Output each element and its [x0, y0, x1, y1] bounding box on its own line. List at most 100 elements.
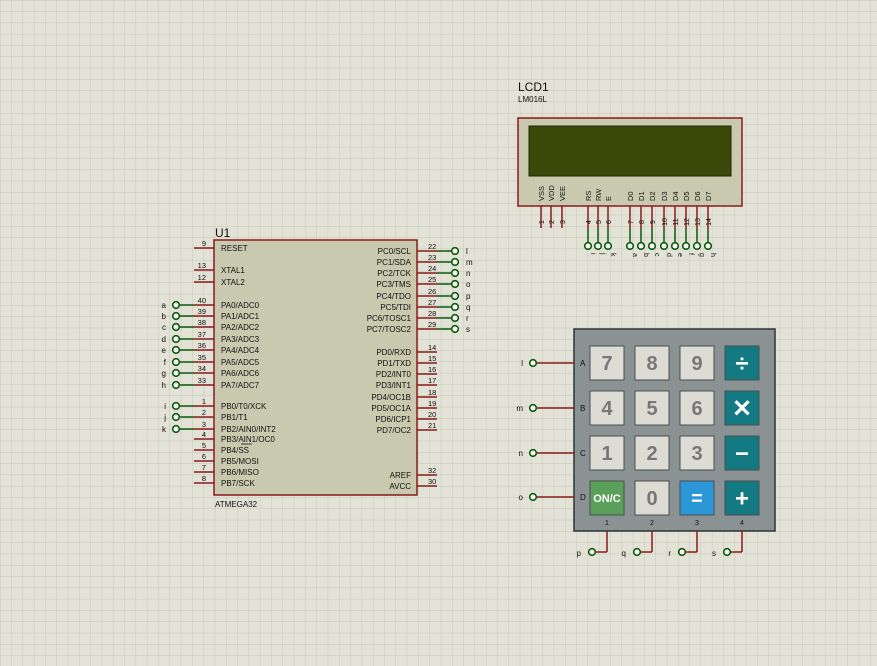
- mcu-net-terminal[interactable]: [171, 368, 181, 378]
- keypad-row-terminal[interactable]: [528, 403, 538, 413]
- mcu-pin-number: 13: [198, 261, 206, 270]
- mcu-net-terminal[interactable]: [171, 401, 181, 411]
- mcu-pin-label: PA5/ADC5: [221, 358, 260, 367]
- keypad-key-3-0[interactable]: ON/C: [589, 480, 625, 516]
- mcu-pin-number: 39: [198, 307, 206, 316]
- mcu-net-terminal[interactable]: [450, 268, 460, 278]
- keypad-row-terminal[interactable]: [528, 358, 538, 368]
- mcu-pin-number: 2: [202, 408, 206, 417]
- keypad-key-3-3[interactable]: +: [724, 480, 760, 516]
- mcu-net-terminal[interactable]: [171, 380, 181, 390]
- keypad-col-terminal[interactable]: [677, 547, 687, 557]
- lcd-pin-number: 6: [606, 220, 613, 224]
- lcd-net-terminal[interactable]: [625, 241, 635, 251]
- keypad-key-2-0[interactable]: 1: [589, 435, 625, 471]
- lcd-net-label: h: [709, 253, 716, 257]
- mcu-pin-number: 16: [428, 365, 436, 374]
- lcd-net-terminal[interactable]: [692, 241, 702, 251]
- mcu-net-terminal[interactable]: [171, 424, 181, 434]
- key-label: 8: [646, 353, 657, 375]
- mcu-pin-label: AREF: [390, 471, 411, 480]
- lcd-net-label: c: [653, 253, 660, 257]
- keypad-key-1-0[interactable]: 4: [589, 390, 625, 426]
- mcu-net-terminal[interactable]: [171, 300, 181, 310]
- mcu-pin-number: 27: [428, 298, 436, 307]
- lcd-screen: [528, 125, 732, 177]
- lcd-net-label: k: [609, 253, 616, 257]
- mcu-pin-label: PA0/ADC0: [221, 301, 260, 310]
- mcu-net-terminal[interactable]: [450, 257, 460, 267]
- mcu-pin-label: PC4/TDO: [376, 292, 411, 301]
- mcu-net-terminal[interactable]: [171, 345, 181, 355]
- mcu-net-terminal[interactable]: [450, 313, 460, 323]
- key-label: 6: [691, 398, 702, 420]
- lcd-net-terminal[interactable]: [636, 241, 646, 251]
- lcd-pin-number: 3: [560, 220, 567, 224]
- lcd-pin-label: D2: [648, 191, 657, 201]
- mcu-pin-number: 3: [202, 420, 206, 429]
- mcu-net-label: h: [162, 381, 166, 390]
- lcd-net-terminal[interactable]: [681, 241, 691, 251]
- mcu-pin-label: PB2/AIN0/INT2: [221, 425, 276, 434]
- lcd-net-terminal[interactable]: [593, 241, 603, 251]
- keypad-col-label: 3: [695, 520, 699, 527]
- lcd-net-terminal[interactable]: [659, 241, 669, 251]
- lcd-net-terminal[interactable]: [583, 241, 593, 251]
- mcu-pin-label: PD7/OC2: [377, 426, 412, 435]
- lcd-net-terminal[interactable]: [703, 241, 713, 251]
- keypad-col-net: q: [622, 549, 626, 558]
- mcu-net-terminal[interactable]: [171, 322, 181, 332]
- keypad-col-label: 4: [740, 520, 744, 527]
- lcd-net-terminal[interactable]: [647, 241, 657, 251]
- keypad-key-2-2[interactable]: 3: [679, 435, 715, 471]
- keypad-key-2-1[interactable]: 2: [634, 435, 670, 471]
- lcd-net-terminal[interactable]: [603, 241, 613, 251]
- mcu-pin-label: PB4/SS: [221, 446, 249, 455]
- lcd-pin-number: 10: [662, 218, 669, 226]
- keypad-col-net: r: [668, 549, 671, 558]
- mcu-net-label: l: [466, 247, 468, 256]
- keypad-key-3-2[interactable]: =: [679, 480, 715, 516]
- mcu-net-terminal[interactable]: [171, 412, 181, 422]
- mcu-net-terminal[interactable]: [450, 279, 460, 289]
- mcu-pin-label: PA7/ADC7: [221, 381, 260, 390]
- mcu-net-terminal[interactable]: [450, 291, 460, 301]
- mcu-net-terminal[interactable]: [171, 334, 181, 344]
- lcd-pin-number: 13: [695, 218, 702, 226]
- keypad-key-0-3[interactable]: ÷: [724, 345, 760, 381]
- mcu-net-terminal[interactable]: [450, 302, 460, 312]
- keypad-col-terminal[interactable]: [587, 547, 597, 557]
- keypad-key-0-1[interactable]: 8: [634, 345, 670, 381]
- mcu-pin-number: 24: [428, 264, 436, 273]
- mcu-pin-label: PA3/ADC3: [221, 335, 260, 344]
- keypad-col-label: 1: [605, 520, 609, 527]
- mcu-pin-number: 7: [202, 463, 206, 472]
- mcu-net-terminal[interactable]: [171, 357, 181, 367]
- keypad-row-terminal[interactable]: [528, 492, 538, 502]
- mcu-pin-number: 33: [198, 376, 206, 385]
- keypad-row-net: l: [521, 359, 523, 368]
- keypad-key-1-1[interactable]: 5: [634, 390, 670, 426]
- keypad-key-1-3[interactable]: ✕: [724, 390, 760, 426]
- lcd-net-terminal[interactable]: [670, 241, 680, 251]
- keypad-key-0-0[interactable]: 7: [589, 345, 625, 381]
- keypad-col-terminal[interactable]: [632, 547, 642, 557]
- keypad-row-terminal[interactable]: [528, 448, 538, 458]
- mcu-pin-number: 29: [428, 320, 436, 329]
- mcu-pin-label: PB3/AIN1/OC0: [221, 435, 275, 444]
- keypad-key-0-2[interactable]: 9: [679, 345, 715, 381]
- keypad-key-2-3[interactable]: −: [724, 435, 760, 471]
- keypad-col-terminal[interactable]: [722, 547, 732, 557]
- keypad-key-3-1[interactable]: 0: [634, 480, 670, 516]
- keypad-row-net: m: [516, 404, 523, 413]
- mcu-net-terminal[interactable]: [450, 324, 460, 334]
- mcu-pin-label: XTAL2: [221, 278, 245, 287]
- mcu-net-label: s: [466, 325, 470, 334]
- mcu-pin-number: 20: [428, 410, 436, 419]
- mcu-net-label: g: [162, 369, 166, 378]
- mcu-net-terminal[interactable]: [450, 246, 460, 256]
- mcu-net-terminal[interactable]: [171, 311, 181, 321]
- mcu-pin-number: 4: [202, 430, 206, 439]
- keypad-row-label: A: [580, 359, 586, 368]
- keypad-key-1-2[interactable]: 6: [679, 390, 715, 426]
